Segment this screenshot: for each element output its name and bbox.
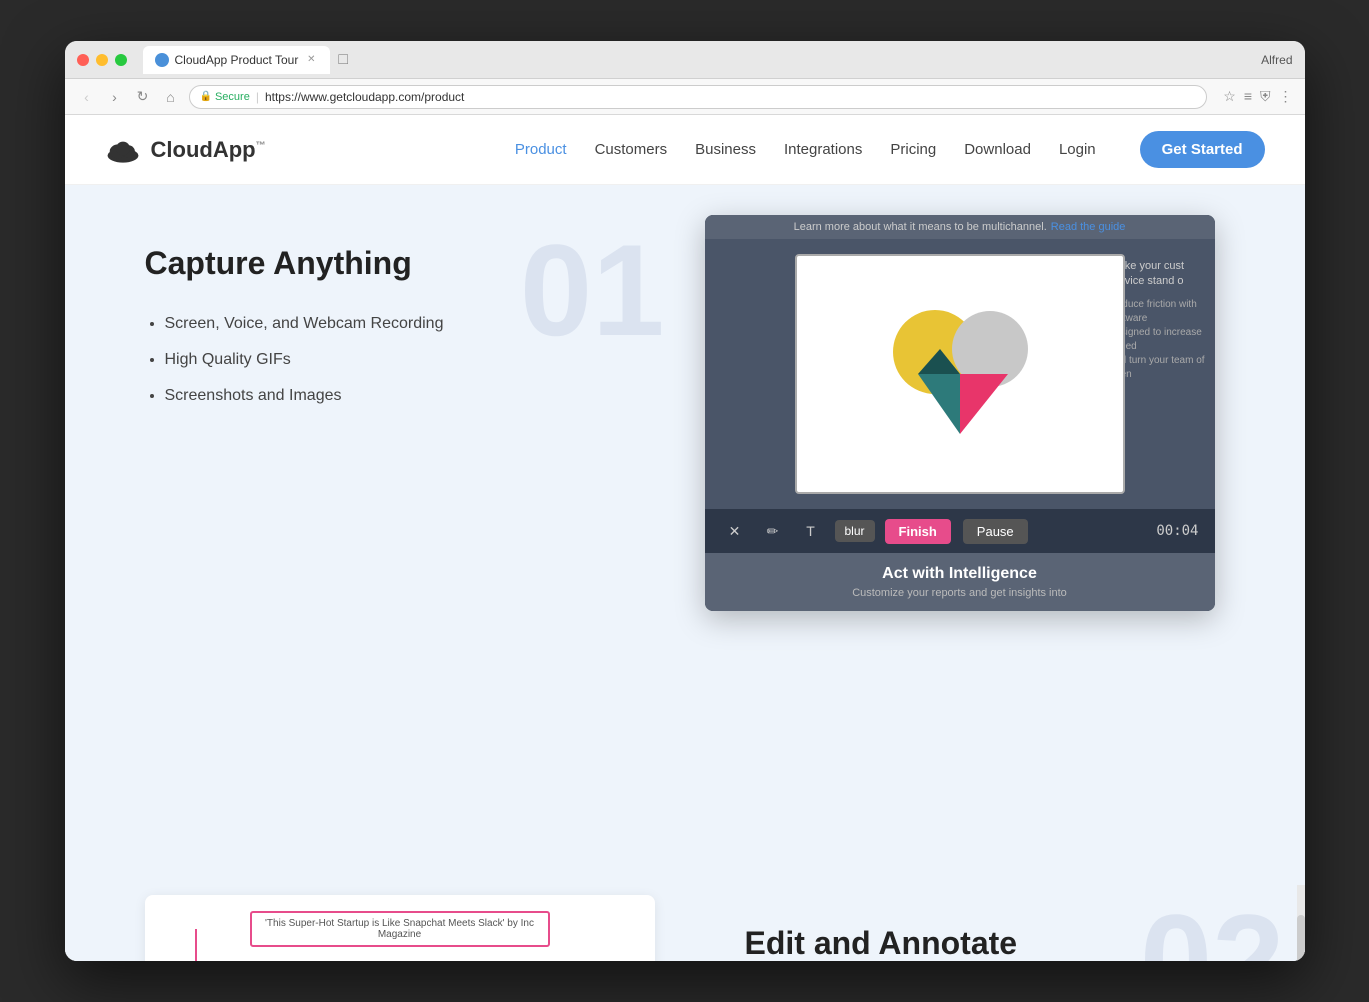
act-subtitle: Customize your reports and get insights … [721, 587, 1199, 599]
nav-business[interactable]: Business [695, 141, 756, 158]
video-area: Make your cust service stand o Reduce fr… [705, 239, 1215, 509]
get-started-button[interactable]: Get Started [1140, 131, 1265, 168]
preview-header-label: 'This Super-Hot Startup is Like Snapchat… [250, 911, 550, 947]
logo-text: CloudApp™ [151, 137, 266, 163]
arrow-annotation [191, 929, 201, 961]
video-inner-card [795, 254, 1125, 494]
new-tab-button[interactable]: □ [338, 51, 348, 69]
nav-customers[interactable]: Customers [595, 141, 668, 158]
finish-button[interactable]: Finish [885, 519, 951, 544]
video-player: Learn more about what it means to be mul… [705, 215, 1215, 611]
heart-graphic [860, 274, 1060, 474]
scrollbar-thumb[interactable] [1297, 915, 1305, 961]
refresh-button[interactable]: ↻ [133, 88, 153, 105]
home-button[interactable]: ⌂ [161, 89, 181, 105]
draw-button[interactable]: ✏ [759, 517, 787, 545]
feature-list: Screen, Voice, and Webcam Recording High… [145, 312, 645, 408]
section-1-title: Capture Anything [145, 245, 645, 282]
video-time: 00:04 [1156, 523, 1198, 539]
feature-item-1: Screen, Voice, and Webcam Recording [165, 312, 645, 336]
address-bar: ‹ › ↻ ⌂ 🔒 Secure | https://www.getclouda… [65, 79, 1305, 115]
video-bottom: Act with Intelligence Customize your rep… [705, 553, 1215, 611]
close-ctrl-button[interactable]: ✕ [721, 517, 749, 545]
menu-icon[interactable]: ⋮ [1279, 88, 1293, 105]
close-button[interactable] [77, 54, 89, 66]
website-content: CloudApp™ Product Customers Business Int… [65, 115, 1305, 961]
secure-badge: 🔒 Secure [200, 91, 250, 103]
bookmark-icon[interactable]: ☆ [1223, 88, 1236, 105]
logo-area[interactable]: CloudApp™ [105, 136, 266, 164]
video-top-bar: Learn more about what it means to be mul… [705, 215, 1215, 239]
feature-item-3: Screenshots and Images [165, 384, 645, 408]
video-top-link[interactable]: Read the guide [1051, 221, 1126, 233]
url-text: https://www.getcloudapp.com/product [265, 90, 464, 104]
annotation-preview-area: 'This Super-Hot Startup is Like Snapchat… [65, 885, 685, 961]
nav-integrations[interactable]: Integrations [784, 141, 862, 158]
title-bar: CloudApp Product Tour ✕ □ Alfred [65, 41, 1305, 79]
secure-text: Secure [215, 91, 250, 103]
shield-icon[interactable]: ⛨ [1260, 88, 1271, 105]
section-2-right: 02 Edit and Annotate Enhance images with… [685, 885, 1305, 961]
text-button[interactable]: T [797, 517, 825, 545]
act-title: Act with Intelligence [721, 565, 1199, 583]
feature-item-2: High Quality GIFs [165, 348, 645, 372]
video-controls: ✕ ✏ T blur Finish Pause 00:04 [705, 509, 1215, 553]
logo-icon [105, 136, 141, 164]
lock-icon: 🔒 [200, 91, 212, 102]
tab-close-button[interactable]: ✕ [304, 53, 318, 67]
video-top-text: Learn more about what it means to be mul… [794, 221, 1047, 233]
blur-button[interactable]: blur [835, 520, 875, 542]
minimize-button[interactable] [96, 54, 108, 66]
url-bar[interactable]: 🔒 Secure | https://www.getcloudapp.com/p… [189, 85, 1208, 109]
scrollbar[interactable] [1297, 885, 1305, 961]
address-bar-actions: ☆ ≡ ⛨ ⋮ [1223, 88, 1292, 105]
logo-tm: ™ [256, 140, 266, 151]
user-name: Alfred [1261, 53, 1292, 67]
pause-button[interactable]: Pause [963, 519, 1028, 544]
nav-links: Product Customers Business Integrations … [515, 131, 1265, 168]
section-1-right: Learn more about what it means to be mul… [685, 185, 1305, 885]
side-text: Make your cust service stand o Reduce fr… [1110, 259, 1215, 382]
traffic-lights [77, 54, 127, 66]
nav-pricing[interactable]: Pricing [890, 141, 936, 158]
layers-icon[interactable]: ≡ [1244, 88, 1252, 105]
nav-login[interactable]: Login [1059, 141, 1096, 158]
nav-download[interactable]: Download [964, 141, 1031, 158]
forward-button[interactable]: › [105, 89, 125, 105]
annotation-preview-card: 'This Super-Hot Startup is Like Snapchat… [145, 895, 655, 961]
active-tab[interactable]: CloudApp Product Tour ✕ [143, 46, 331, 74]
tab-title: CloudApp Product Tour [175, 53, 299, 67]
back-button[interactable]: ‹ [77, 89, 97, 105]
tab-bar: CloudApp Product Tour ✕ □ [143, 46, 1262, 74]
tab-favicon [155, 53, 169, 67]
nav-product[interactable]: Product [515, 141, 567, 158]
arrow-line [195, 929, 197, 961]
annotation-text-label: Make rectangle and text bigger 👍 [161, 957, 639, 961]
url-separator: | [256, 90, 259, 104]
arrow-area: Make rectangle and text bigger 👍 [161, 957, 639, 961]
maximize-button[interactable] [115, 54, 127, 66]
site-nav: CloudApp™ Product Customers Business Int… [65, 115, 1305, 185]
section-1-left: 01 Capture Anything Screen, Voice, and W… [65, 185, 685, 885]
section-2-title: Edit and Annotate [745, 925, 1265, 961]
